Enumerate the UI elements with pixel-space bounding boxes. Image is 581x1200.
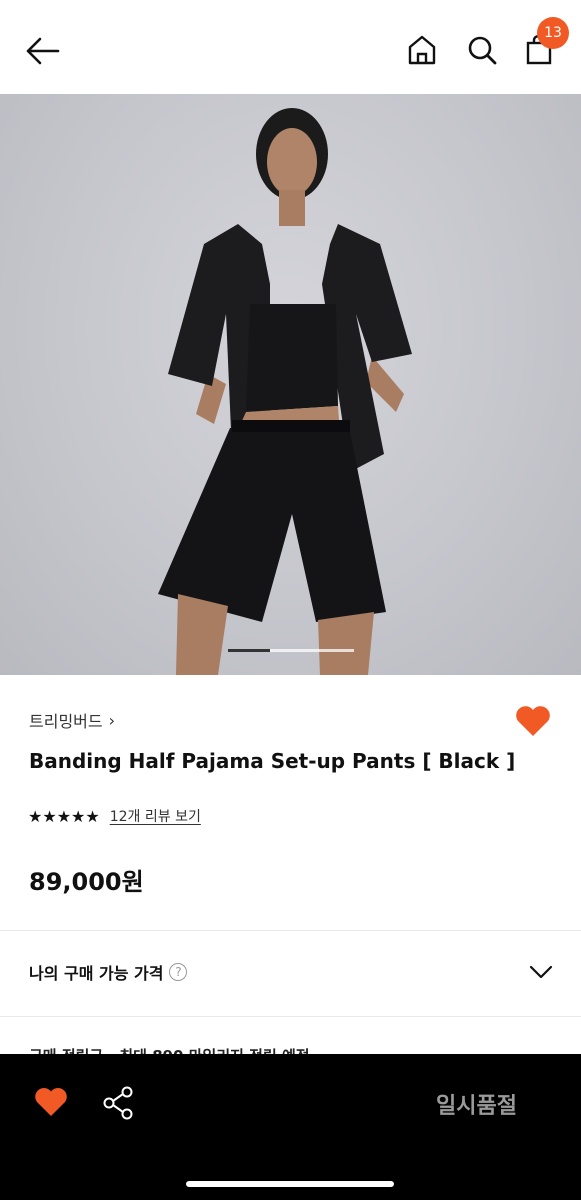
- arrow-left-icon: [26, 37, 60, 65]
- product-title: Banding Half Pajama Set-up Pants [ Black…: [29, 749, 516, 773]
- help-icon[interactable]: ?: [169, 963, 188, 981]
- brand-link[interactable]: 트리밍버드 ›: [29, 708, 115, 732]
- review-link[interactable]: 12개 리뷰 보기: [110, 806, 201, 826]
- heart-icon: [35, 1088, 67, 1116]
- chevron-right-icon: ›: [108, 710, 116, 730]
- wishlist-button[interactable]: [514, 704, 552, 740]
- bottom-action-bar: [0, 1054, 581, 1200]
- my-price-label: 나의 구매 가능 가격: [29, 964, 164, 983]
- top-bar: 13: [0, 0, 581, 94]
- product-image[interactable]: [0, 94, 581, 675]
- brand-name: 트리밍버드: [29, 712, 103, 731]
- model-photo: [158, 108, 412, 675]
- search-icon: [468, 36, 497, 65]
- expand-button[interactable]: [529, 964, 553, 982]
- share-button[interactable]: [101, 1085, 135, 1121]
- my-price-row[interactable]: 나의 구매 가능 가격 ?: [29, 960, 188, 984]
- heart-icon: [516, 706, 550, 736]
- product-price: 89,000원: [29, 868, 144, 896]
- cart-count-badge: 13: [537, 17, 569, 49]
- back-button[interactable]: [24, 34, 62, 68]
- divider: [0, 930, 581, 931]
- home-button[interactable]: [404, 32, 440, 68]
- rating-row: ★★★★★ 12개 리뷰 보기: [28, 806, 201, 826]
- star-rating: ★★★★★: [28, 806, 100, 826]
- share-icon: [103, 1086, 133, 1120]
- home-icon: [408, 35, 436, 65]
- home-indicator: [186, 1181, 394, 1187]
- search-button[interactable]: [464, 32, 500, 68]
- chevron-down-icon: [529, 965, 553, 979]
- image-pager-thumb: [228, 649, 270, 652]
- soldout-button[interactable]: 일시품절: [436, 1088, 517, 1120]
- divider: [0, 1016, 581, 1017]
- like-button[interactable]: [33, 1086, 69, 1120]
